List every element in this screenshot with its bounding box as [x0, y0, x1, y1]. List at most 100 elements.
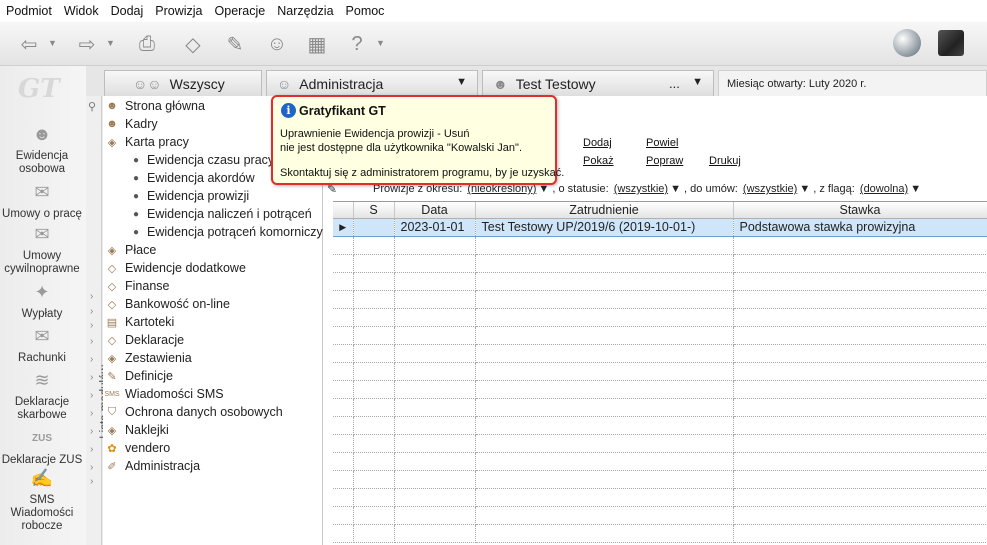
globe-icon[interactable] [893, 29, 921, 57]
menu-operacje[interactable]: Operacje [215, 4, 266, 18]
empty-row [333, 236, 987, 255]
expand-icon[interactable]: › [90, 372, 93, 383]
module-list-strip[interactable]: Lista modułów [86, 96, 111, 545]
module-label: Wypłaty [21, 308, 63, 320]
show-link[interactable]: Pokaż [583, 155, 614, 167]
cell-stawka: Podstawowa stawka prowizyjna [733, 217, 987, 237]
tree-label: Ewidencja akordów [147, 171, 255, 185]
module-sms[interactable]: ✍ SMS Wiadomości robocze [0, 469, 84, 533]
empty-row [333, 488, 987, 507]
menu-narzedzia[interactable]: Narzędzia [277, 4, 333, 18]
tree-item-place[interactable]: ◈ Płace [103, 241, 157, 259]
expand-icon[interactable]: › [90, 476, 93, 487]
add-link[interactable]: Dodaj [583, 137, 612, 149]
tab-administracja[interactable]: ☺ Administracja ▼ [266, 70, 478, 96]
tree-item-kadry[interactable]: ☻ Kadry [103, 115, 157, 133]
expand-icon[interactable]: › [90, 408, 93, 419]
eraser-icon[interactable]: ◇ [178, 30, 208, 58]
module-umowy-o-prace[interactable]: ✉ Umowy o pracę [0, 183, 84, 221]
chevron-down-icon[interactable]: ▼ [456, 76, 467, 88]
tree-item-wiadomosci-sms[interactable]: SMS Wiadomości SMS [103, 385, 223, 403]
module-label: Ewidencja [15, 150, 69, 162]
calculator-icon[interactable]: ▦ [302, 30, 332, 58]
tree-item-zestawienia[interactable]: ◈ Zestawienia [103, 349, 192, 367]
menu-pomoc[interactable]: Pomoc [346, 4, 385, 18]
empty-row [333, 434, 987, 453]
expand-icon[interactable]: › [90, 354, 93, 365]
back-icon[interactable]: ⇦ [14, 30, 44, 58]
tree-item-ewidencja-naliczen[interactable]: ● Ewidencja naliczeń i potrąceń [133, 205, 312, 223]
tree-item-vendero[interactable]: ✿ vendero [103, 439, 170, 457]
tree-item-bankowosc[interactable]: ◇ Bankowość on-line [103, 295, 230, 313]
filter-status-value[interactable]: (wszystkie) [614, 183, 668, 195]
tree-item-strona-glowna[interactable]: ☻ Strona główna [103, 97, 205, 115]
people-icon[interactable]: ☺ [262, 30, 292, 58]
expand-icon[interactable]: › [90, 291, 93, 302]
tree-item-ochrona-danych[interactable]: ⛉ Ochrona danych osobowych [103, 403, 283, 421]
module-ewidencja-osobowa[interactable]: ☻ Ewidencja osobowa [0, 125, 84, 176]
forward-icon[interactable]: ⇨ [72, 30, 102, 58]
pin-icon[interactable]: ⚲ [88, 100, 96, 113]
tree-item-ewidencja-prowizji[interactable]: ● Ewidencja prowizji [133, 187, 249, 205]
menu-dodaj[interactable]: Dodaj [111, 4, 144, 18]
tree-item-ewidencja-potracen[interactable]: ● Ewidencja potrąceń komorniczy [133, 223, 323, 241]
tree-item-ewidencje-dodatkowe[interactable]: ◇ Ewidencje dodatkowe [103, 259, 246, 277]
menu-prowizja[interactable]: Prowizja [155, 4, 202, 18]
table-row[interactable]: ▶ 2023-01-01 Test Testowy UP/2019/6 (201… [333, 217, 987, 237]
tree-item-administracja[interactable]: ✐ Administracja [103, 457, 200, 475]
tree-item-naklejki[interactable]: ◈ Naklejki [103, 421, 169, 439]
expand-icon[interactable]: › [90, 426, 93, 437]
tab-wszyscy[interactable]: ☺☺ Wszyscy [104, 70, 262, 96]
module-umowy-cywilnoprawne[interactable]: ✉ Umowy cywilnoprawne [0, 225, 84, 276]
tree-item-finanse[interactable]: ◇ Finanse [103, 277, 170, 295]
print-link[interactable]: Drukuj [709, 155, 741, 167]
more-button[interactable]: ... [669, 76, 680, 91]
expand-icon[interactable]: › [90, 336, 93, 347]
edit-link[interactable]: Popraw [646, 155, 683, 167]
expand-icon[interactable]: › [90, 306, 93, 317]
module-deklaracje-zus[interactable]: ZUS Deklaracje ZUS [0, 432, 84, 467]
tree-item-ewidencja-akordow[interactable]: ● Ewidencja akordów [133, 169, 255, 187]
column-header-data[interactable]: Data [394, 202, 476, 219]
tree-item-kartoteki[interactable]: ▤ Kartoteki [103, 313, 175, 331]
module-wyplaty[interactable]: ✦ Wypłaty [0, 283, 84, 321]
tree-item-deklaracje[interactable]: ◇ Deklaracje [103, 331, 184, 349]
cube-icon[interactable] [938, 30, 964, 56]
menu-podmiot[interactable]: Podmiot [6, 4, 52, 18]
module-bar: GT ☻ Ewidencja osobowa ✉ Umowy o pracę ✉… [0, 66, 86, 545]
chevron-down-icon[interactable]: ▼ [692, 76, 703, 88]
expand-icon[interactable]: › [90, 320, 93, 331]
forward-dropdown-icon[interactable]: ▼ [106, 38, 115, 48]
tree-label: Strona główna [125, 99, 205, 113]
money-icon: ◈ [107, 244, 117, 257]
help-dropdown-icon[interactable]: ▼ [376, 38, 385, 48]
vendero-icon: ✿ [107, 442, 117, 455]
module-rachunki[interactable]: ✉ Rachunki [0, 327, 84, 365]
filter-contract-value[interactable]: (wszystkie) [743, 183, 797, 195]
shield-icon: ⛉ [107, 405, 117, 418]
column-header-s[interactable]: S [353, 202, 395, 219]
print-icon[interactable]: ⎙ [132, 30, 162, 58]
column-header-zatrudnienie[interactable]: Zatrudnienie [475, 202, 734, 219]
tree-item-ewidencja-czasu[interactable]: ● Ewidencja czasu pracy [133, 151, 274, 169]
back-dropdown-icon[interactable]: ▼ [48, 38, 57, 48]
module-deklaracje-skarbowe[interactable]: ≋ Deklaracje skarbowe [0, 371, 84, 422]
filter-flag-value[interactable]: (dowolna) [860, 183, 908, 195]
empty-row [333, 344, 987, 363]
tools-icon[interactable]: ✎ [220, 30, 250, 58]
help-icon[interactable]: ? [342, 30, 372, 58]
people-icon: ☺☺ [133, 75, 162, 92]
sms-icon: SMS [104, 390, 120, 398]
module-label: cywilnoprawne [4, 263, 80, 275]
repeat-link[interactable]: Powiel [646, 137, 678, 149]
home-icon: ☻ [106, 100, 118, 112]
column-header-stawka[interactable]: Stawka [733, 202, 987, 219]
tree-item-karta-pracy[interactable]: ◈ Karta pracy [103, 133, 189, 151]
tree-item-definicje[interactable]: ✎ Definicje [103, 367, 173, 385]
menu-widok[interactable]: Widok [64, 4, 99, 18]
tab-user[interactable]: ☻ Test Testowy ... ▼ [482, 70, 714, 96]
expand-icon[interactable]: › [90, 444, 93, 455]
month-label: Miesiąc otwarty: Luty 2020 r. [727, 77, 867, 90]
expand-icon[interactable]: › [90, 390, 93, 401]
expand-icon[interactable]: › [90, 462, 93, 473]
